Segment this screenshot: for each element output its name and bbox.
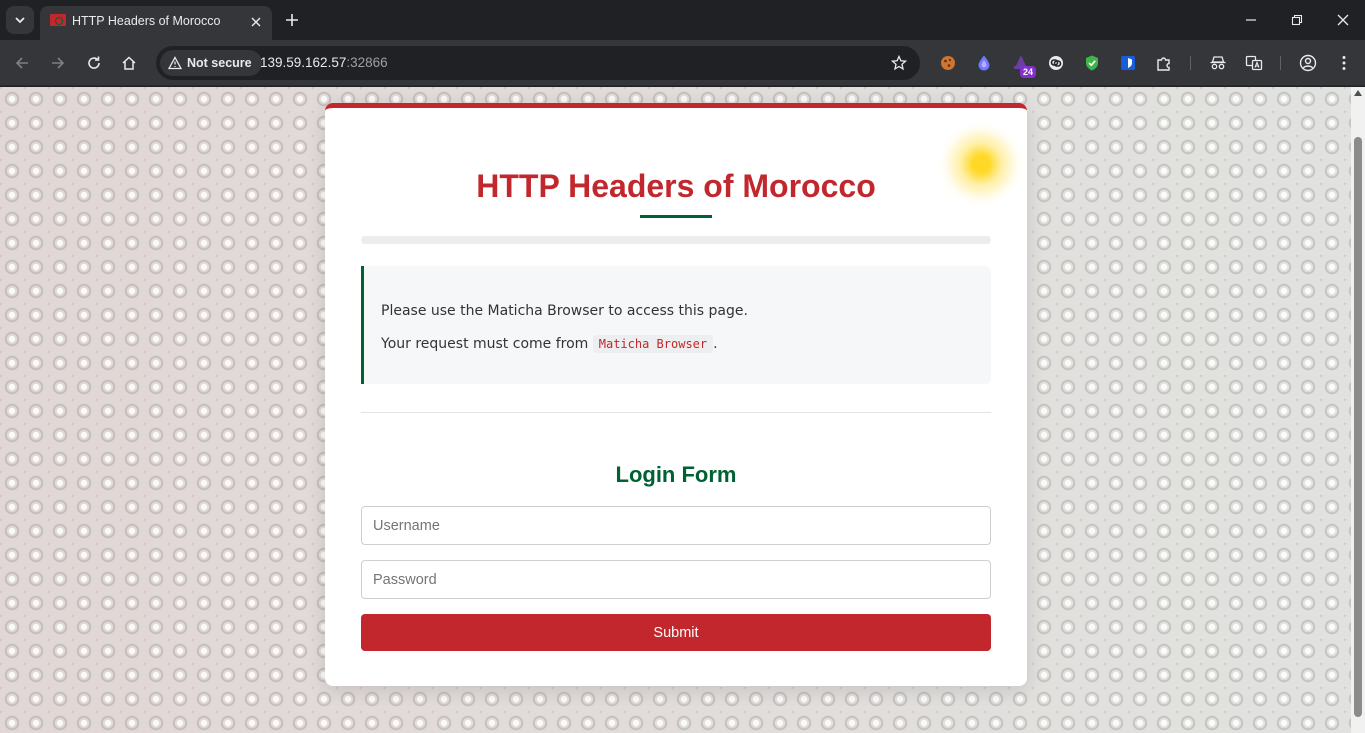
alert-message: Please use the Maticha Browser to access… [381,303,748,319]
incognito-icon [1210,56,1226,70]
shield-lock-icon [1121,56,1135,70]
scrollbar-thumb[interactable] [1354,137,1362,717]
home-button[interactable] [115,49,143,77]
restore-button[interactable] [1274,0,1320,40]
close-icon [1337,14,1349,26]
back-button[interactable] [8,49,36,77]
profile-button[interactable] [1297,52,1319,74]
tab-strip: HTTP Headers of Morocco [0,0,1365,40]
account-circle-icon [1299,54,1317,72]
tab-search-button[interactable] [6,6,34,34]
password-input[interactable] [361,560,991,599]
minimize-button[interactable] [1228,0,1274,40]
home-icon [122,56,136,70]
security-label: Not secure [187,56,252,70]
incognito-extension-button[interactable] [1207,52,1229,74]
shield-extension-button[interactable] [1081,52,1103,74]
scroll-up-arrow[interactable] [1354,90,1362,96]
tab-title: HTTP Headers of Morocco [72,14,221,28]
page-viewport: HTTP Headers of Morocco Please use the M… [0,87,1351,733]
drop-extension-button[interactable] [973,52,995,74]
new-tab-button[interactable] [280,6,304,34]
reload-icon [88,56,100,69]
tab-close-button[interactable] [246,12,266,32]
link-extension-button[interactable] [1045,52,1067,74]
morocco-flag-icon [50,14,66,26]
link-icon [1049,56,1063,70]
toolbar-separator [1280,56,1281,70]
hat-extension-button[interactable]: 24 [1010,52,1036,78]
browser-notice-alert: Please use the Maticha Browser to access… [361,266,991,384]
translate-extension-button[interactable] [1243,52,1265,74]
alert-requirement: Your request must come from Maticha Brow… [381,335,718,353]
droplet-icon [978,55,990,71]
arrow-left-icon [15,57,28,69]
plus-icon [286,14,298,26]
username-input[interactable] [361,506,991,545]
translate-icon [1245,55,1263,71]
close-icon [251,17,261,27]
cookie-extension-button[interactable] [937,52,959,74]
browser-menu-button[interactable] [1333,52,1355,74]
password-manager-extension-button[interactable] [1117,52,1139,74]
alert-requirement-prefix: Your request must come from [381,336,589,352]
shield-check-icon [1086,55,1098,71]
restore-icon [1291,14,1303,26]
browser-tab[interactable]: HTTP Headers of Morocco [40,6,272,40]
page-title: HTTP Headers of Morocco [476,168,876,204]
url-host: 139.59.162.57 [260,55,347,70]
star-icon [891,55,907,71]
required-browser-code: Maticha Browser [592,335,714,353]
minimize-icon [1246,19,1256,21]
address-bar[interactable]: Not secure 139.59.162.57:32866 [156,46,920,80]
toolbar-separator [1190,56,1191,70]
forward-button[interactable] [44,49,72,77]
browser-toolbar: Not secure 139.59.162.57:32866 24 [0,40,1365,86]
login-card: HTTP Headers of Morocco Please use the M… [325,103,1027,686]
section-divider [361,412,991,413]
url-port: :32866 [346,55,388,70]
chevron-down-icon [15,17,25,24]
alert-requirement-suffix: . [713,336,718,352]
submit-button[interactable]: Submit [361,614,991,651]
kebab-menu-icon [1342,56,1346,70]
cookie-icon [941,56,955,70]
puzzle-icon [1157,57,1170,71]
page-scrollbar[interactable] [1351,87,1365,733]
warning-icon [168,56,182,70]
arrow-right-icon [52,57,65,69]
reload-button[interactable] [80,49,108,77]
extension-badge: 24 [1019,66,1036,78]
progress-bar [361,236,991,244]
extensions-menu-button[interactable] [1153,52,1175,74]
bookmark-button[interactable] [888,52,910,74]
form-title: Login Form [615,462,737,487]
close-window-button[interactable] [1320,0,1365,40]
url-text[interactable]: 139.59.162.57:32866 [260,55,388,70]
site-info-button[interactable]: Not secure [160,50,262,76]
title-underline [640,215,712,218]
